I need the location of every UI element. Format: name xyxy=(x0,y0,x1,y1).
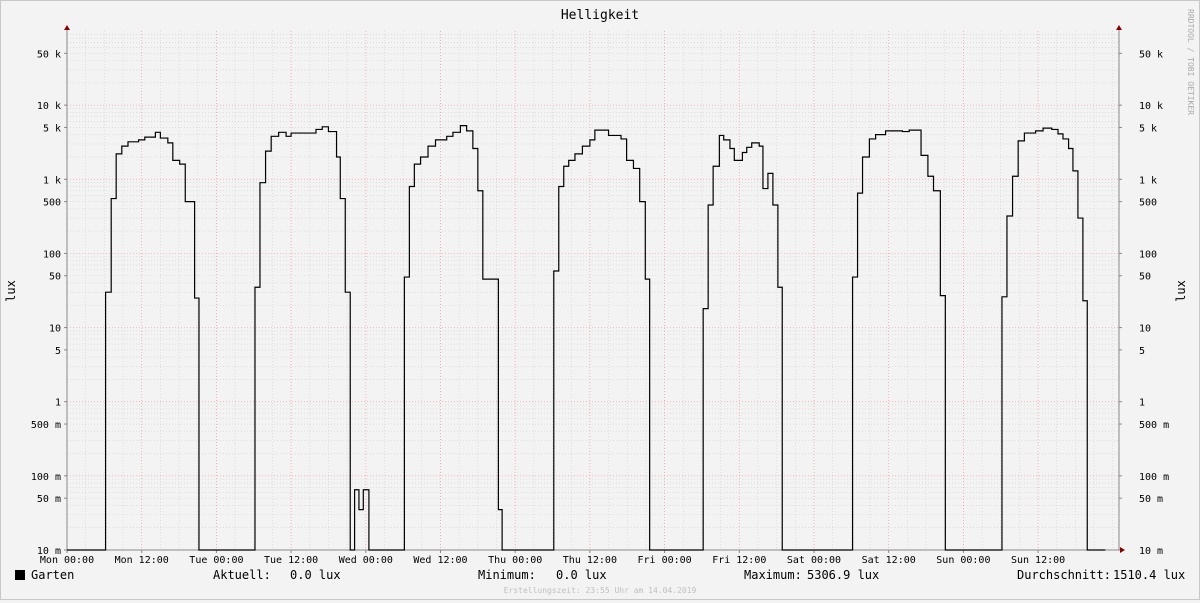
series-line-garten xyxy=(67,124,1106,551)
minimum-value: 0.0 lux xyxy=(556,568,607,582)
brightness-chart: 10 m 10 m50 m 50 m100 m 100 m500 m 500 m1 15 5… xyxy=(4,8,1195,595)
y-tick-label-left: 10 xyxy=(49,324,61,335)
creation-footer: Erstellungszeit: 23:55 Uhr am 14.04.2019 xyxy=(504,586,697,595)
y-tick-label-left: 10 k xyxy=(37,101,61,112)
x-tick-label: Tue 00:00 xyxy=(189,555,243,566)
watermark: RRDTOOL / TOBI OETIKER xyxy=(1186,9,1195,115)
x-tick-label: Fri 00:00 xyxy=(637,555,691,566)
x-tick-label: Fri 12:00 xyxy=(712,555,766,566)
y-tick-label-right: 10 k xyxy=(1139,101,1163,112)
grid xyxy=(66,31,1119,551)
series-layer xyxy=(67,124,1106,551)
x-tick-label: Wed 00:00 xyxy=(339,555,393,566)
x-tick-label: Wed 12:00 xyxy=(413,555,467,566)
y-tick-label-right: 10 m xyxy=(1139,546,1163,557)
x-tick-label: Thu 12:00 xyxy=(563,555,617,566)
y-tick-label-left: 50 xyxy=(49,272,61,283)
y-tick-label-right: 100 xyxy=(1139,249,1157,260)
y-tick-label-right: 50 m xyxy=(1139,494,1163,505)
legend-series-name: Garten xyxy=(31,568,74,582)
y-tick-label-right: 5 xyxy=(1139,346,1145,357)
x-axis-arrow-icon xyxy=(1120,547,1125,553)
y-axis-arrow-icon xyxy=(64,25,70,30)
y-tick-label-left: 1 k xyxy=(43,175,61,186)
x-tick-label: Thu 00:00 xyxy=(488,555,542,566)
y-tick-label-right: 1 k xyxy=(1139,175,1157,186)
graph-frame: 10 m 10 m 50 m 50 m 100 m 100 m 500 m 500 m1155… xyxy=(0,0,1200,600)
legend-swatch-icon xyxy=(15,570,25,580)
minimum-label: Minimum: xyxy=(478,568,536,582)
x-tick-label: Mon 12:00 xyxy=(115,555,169,566)
y-axis-label-right: lux xyxy=(1174,280,1188,302)
y-axis-arrow-icon xyxy=(1116,25,1122,30)
y-axis-label-left: lux xyxy=(4,280,18,302)
current-value: 0.0 lux xyxy=(290,568,341,582)
average-value: 1510.4 lux xyxy=(1113,568,1185,582)
y-tick-label-right: 500 m xyxy=(1139,420,1169,431)
y-tick-label-left: 100 xyxy=(43,249,61,260)
x-tick-label: Mon 00:00 xyxy=(40,555,94,566)
maximum-value: 5306.9 lux xyxy=(807,568,879,582)
y-tick-label-right: 50 xyxy=(1139,272,1151,283)
y-tick-label-right: 5 k xyxy=(1139,123,1157,134)
x-tick-label: Sat 12:00 xyxy=(862,555,916,566)
chart-title: Helligkeit xyxy=(561,8,639,23)
y-tick-label-right: 1 xyxy=(1139,398,1145,409)
y-tick-label-left: 500 m xyxy=(31,420,61,431)
y-tick-label-right: 100 m xyxy=(1139,472,1169,483)
x-tick-label: Tue 12:00 xyxy=(264,555,318,566)
y-tick-label-left: 1 xyxy=(55,398,61,409)
y-tick-label-left: 100 m xyxy=(31,472,61,483)
y-tick-label-right: 10 xyxy=(1139,324,1151,335)
y-tick-label-right: 500 xyxy=(1139,198,1157,209)
y-tick-label-left: 5 k xyxy=(43,123,61,134)
y-tick-label-right: 50 k xyxy=(1139,49,1163,60)
maximum-label: Maximum: xyxy=(744,568,802,582)
x-tick-label: Sat 00:00 xyxy=(787,555,841,566)
y-tick-label-left: 500 xyxy=(43,198,61,209)
average-label: Durchschnitt: xyxy=(1017,568,1111,582)
y-tick-label-left: 50 k xyxy=(37,49,61,60)
axes xyxy=(64,25,1125,553)
y-tick-label-left: 50 m xyxy=(37,494,61,505)
axis-ticks: 10 m 10 m50 m 50 m100 m 100 m500 m 500 m1 15 5… xyxy=(31,49,1169,566)
x-tick-label: Sun 12:00 xyxy=(1011,555,1065,566)
current-label: Aktuell: xyxy=(213,568,271,582)
y-tick-label-left: 5 xyxy=(55,346,61,357)
x-tick-label: Sun 00:00 xyxy=(936,555,990,566)
